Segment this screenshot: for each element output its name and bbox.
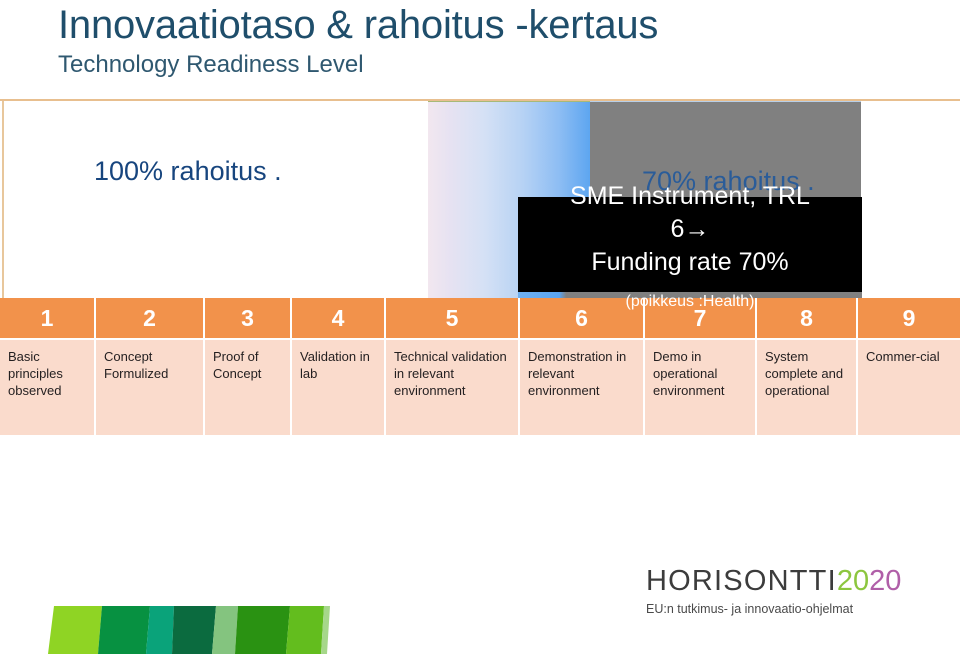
green-decoration-shape: [40, 606, 330, 654]
slide-canvas: Innovaatiotaso & rahoitus -kertaus Techn…: [0, 0, 960, 654]
page-title: Innovaatiotaso & rahoitus -kertaus: [58, 3, 659, 47]
trl-level-description: Technical validation in relevant environ…: [386, 340, 520, 435]
logo-year-first: 20: [836, 565, 870, 597]
trl-level-number: 3: [205, 298, 292, 338]
title-block: Innovaatiotaso & rahoitus -kertaus Techn…: [58, 2, 938, 80]
trl-level-number: 5: [386, 298, 520, 338]
logo-wordmark: HORISONTTI2020: [646, 565, 936, 597]
trl-level-number: 4: [292, 298, 386, 338]
horisontti-2020-logo: HORISONTTI2020 EU:n tutkimus- ja innovaa…: [646, 565, 936, 625]
page-subtitle: Technology Readiness Level: [58, 51, 364, 78]
trl-level-number: 1: [0, 298, 96, 338]
funding-label-100: 100% rahoitus .: [94, 156, 282, 186]
trl-level-number: 2: [96, 298, 205, 338]
callout-note: (poikkeus :Health): [625, 293, 755, 310]
trl-level-description: Demonstration in relevant environment: [520, 340, 645, 435]
trl-level-description: Proof of Concept: [205, 340, 292, 435]
trl-level-description: System complete and operational: [757, 340, 858, 435]
trl-level-description: Demo in operational environment: [645, 340, 757, 435]
logo-tagline: EU:n tutkimus- ja innovaatio-ohjelmat: [646, 602, 854, 616]
trl-level-description: Validation in lab: [292, 340, 386, 435]
trl-description-row: Basic principles observed Concept Formuli…: [0, 340, 960, 435]
callout-line-1: SME Instrument, TRL: [570, 182, 810, 210]
trl-level-description: Basic principles observed: [0, 340, 96, 435]
band-white-segment: [2, 101, 428, 298]
trl-level-description: Concept Formulized: [96, 340, 205, 435]
sme-instrument-callout-text: SME Instrument, TRL 6→ Funding rate 70%: [504, 180, 876, 279]
callout-line-2: 6→: [670, 215, 710, 243]
trl-level-description: Commer-cial: [858, 340, 960, 435]
callout-line-3: Funding rate 70%: [591, 248, 789, 276]
logo-text-horisontti: HORISONTTI: [646, 565, 837, 597]
logo-year-second: 20: [869, 565, 902, 597]
